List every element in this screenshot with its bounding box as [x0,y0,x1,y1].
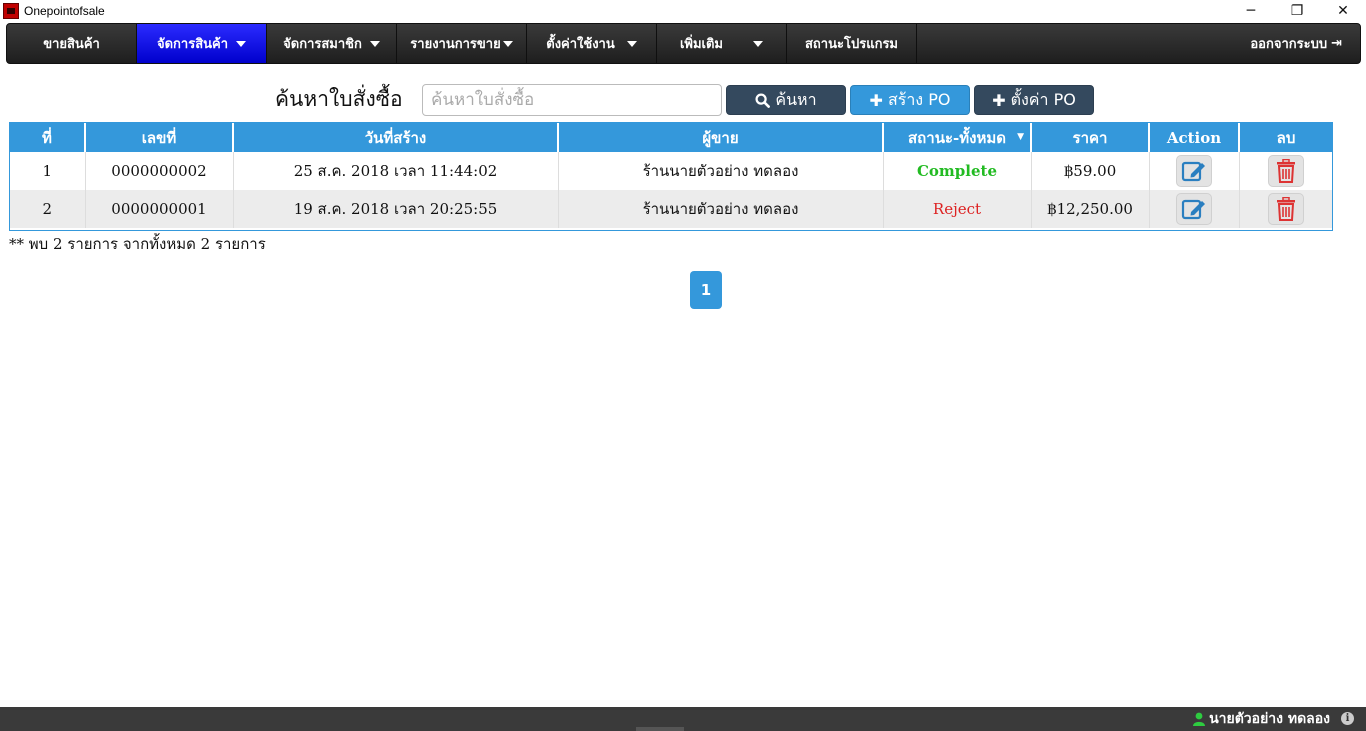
col-header-price[interactable]: ราคา [1031,123,1150,152]
info-icon[interactable]: i [1341,712,1354,725]
pagination-page-1[interactable]: 1 [690,271,722,309]
edit-button[interactable] [1176,193,1212,225]
edit-icon [1181,199,1205,220]
current-user-name: นายตัวอย่าง ทดลอง [1209,711,1330,727]
window-titlebar: Onepointofsale ─ ❐ ✕ [0,0,1366,22]
caret-down-icon [753,40,764,47]
nav-item-program-status[interactable]: สถานะโปรแกรม [787,24,917,63]
nav-item-label: จัดการสมาชิก [283,37,362,52]
table-header-row: ที่ เลขที่ วันที่สร้าง ผู้ขาย สถานะ-ทั้ง… [10,123,1332,152]
nav-item-settings[interactable]: ตั้งค่าใช้งาน [527,24,657,63]
current-user[interactable]: นายตัวอย่าง ทดลอง [1193,707,1330,731]
window-controls: ─ ❐ ✕ [1228,0,1366,22]
nav-item-sales-report[interactable]: รายงานการขาย [397,24,527,63]
cell-price: ฿59.00 [1031,152,1150,190]
cell-action [1149,190,1240,228]
status-badge: Complete [883,152,1032,190]
cell-number: 0000000001 [85,190,234,228]
col-header-action: Action [1149,123,1240,152]
search-input[interactable] [422,84,722,116]
delete-button[interactable] [1267,155,1304,187]
nav-item-manage-members[interactable]: จัดการสมาชิก [267,24,397,63]
col-header-seller[interactable]: ผู้ขาย [558,123,884,152]
caret-down-icon [626,40,637,47]
edit-icon [1181,161,1205,182]
caret-down-icon: ▼ [1017,132,1024,142]
status-filter-label: สถานะ-ทั้งหมด [908,128,1006,147]
logout-button[interactable]: ออกจากระบบ ⇥ [1250,24,1360,63]
main-nav: ขายสินค้า จัดการสินค้า จัดการสมาชิก รายง… [6,23,1361,64]
app-logo-icon [3,3,19,19]
cell-no: 1 [10,152,86,190]
po-settings-button[interactable]: ✚ ตั้งค่า PO [974,85,1094,115]
po-settings-label: ตั้งค่า PO [1010,89,1076,109]
cell-seller: ร้านนายตัวอย่าง ทดลอง [558,190,884,228]
close-button[interactable]: ✕ [1320,0,1366,22]
cell-seller: ร้านนายตัวอย่าง ทดลอง [558,152,884,190]
purchase-order-table: ที่ เลขที่ วันที่สร้าง ผู้ขาย สถานะ-ทั้ง… [9,122,1333,231]
table-row[interactable]: 1 0000000002 25 ส.ค. 2018 เวลา 11:44:02 … [10,152,1332,190]
search-icon [755,92,771,108]
col-header-no[interactable]: ที่ [10,123,86,152]
cell-price: ฿12,250.00 [1031,190,1150,228]
nav-item-sell[interactable]: ขายสินค้า [7,24,137,63]
nav-item-label: ตั้งค่าใช้งาน [546,37,615,52]
search-bar: ค้นหาใบสั่งซื้อ ค้นหา ✚ สร้าง PO ✚ ตั้งค… [0,84,1366,116]
col-header-delete: ลบ [1239,123,1332,152]
create-po-label: สร้าง PO [887,89,951,109]
cell-no: 2 [10,190,86,228]
status-filter-dropdown[interactable]: สถานะ-ทั้งหมด ▼ [883,123,1032,152]
cell-created: 25 ส.ค. 2018 เวลา 11:44:02 [233,152,559,190]
caret-down-icon [369,40,380,47]
caret-down-icon [236,40,247,47]
minimize-button[interactable]: ─ [1228,0,1274,22]
logout-label: ออกจากระบบ [1250,37,1328,52]
trash-icon [1276,197,1295,221]
scrollbar-handle[interactable] [636,727,684,731]
result-summary: ** พบ 2 รายการ จากทั้งหมด 2 รายการ [9,235,266,253]
nav-item-manage-products[interactable]: จัดการสินค้า [137,24,267,63]
search-label: ค้นหาใบสั่งซื้อ [275,87,403,111]
window-title: Onepointofsale [24,4,105,18]
create-po-button[interactable]: ✚ สร้าง PO [850,85,970,115]
user-icon [1193,712,1206,726]
cell-created: 19 ส.ค. 2018 เวลา 20:25:55 [233,190,559,228]
plus-icon: ✚ [992,90,1006,110]
edit-button[interactable] [1176,155,1212,187]
nav-item-label: จัดการสินค้า [156,37,229,52]
table-row[interactable]: 2 0000000001 19 ส.ค. 2018 เวลา 20:25:55 … [10,190,1332,228]
delete-button[interactable] [1267,193,1304,225]
plus-icon: ✚ [869,90,883,110]
cell-number: 0000000002 [85,152,234,190]
search-button[interactable]: ค้นหา [726,85,846,115]
col-header-created[interactable]: วันที่สร้าง [233,123,559,152]
status-badge: Reject [883,190,1032,228]
logout-icon: ⇥ [1331,36,1342,51]
nav-item-label: เพิ่มเติม [679,37,724,52]
nav-item-more[interactable]: เพิ่มเติม [657,24,787,63]
restore-button[interactable]: ❐ [1274,0,1320,22]
cell-delete [1239,190,1332,228]
caret-down-icon [502,40,513,47]
nav-item-label: สถานะโปรแกรม [805,37,898,52]
cell-delete [1239,152,1332,190]
nav-item-label: รายงานการขาย [410,37,501,52]
trash-icon [1276,159,1295,183]
search-button-label: ค้นหา [775,89,817,109]
col-header-number[interactable]: เลขที่ [85,123,234,152]
nav-item-label: ขายสินค้า [43,37,100,52]
cell-action [1149,152,1240,190]
